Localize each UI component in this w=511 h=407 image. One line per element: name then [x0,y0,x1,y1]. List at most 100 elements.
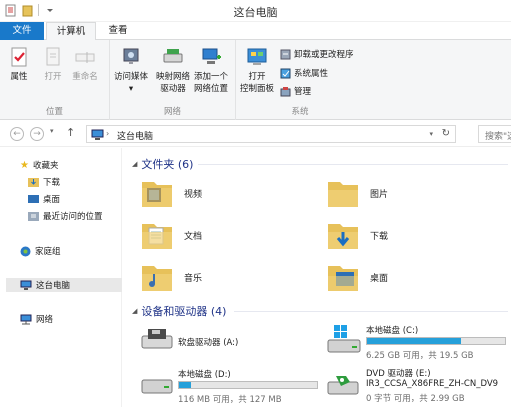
nav-item-this-pc[interactable]: 这台电脑 [6,278,122,292]
nav-label-this-pc: 这台电脑 [36,281,71,291]
nav-item-recent[interactable]: 最近访问的位置 [28,210,103,222]
refresh-icon[interactable]: ↻ [442,128,450,139]
folder-music[interactable]: 音乐 [140,260,202,294]
forward-button[interactable]: → [30,127,44,141]
group-label-location: 位置 [45,107,63,117]
back-button[interactable]: ← [10,127,24,141]
homegroup-icon [20,246,31,256]
drive-d-name: 本地磁盘 (D:) [178,370,231,380]
drive-d[interactable]: 本地磁盘 (D:) 116 MB 可用，共 127 MB [140,366,325,406]
add-location-label-1: 添加一个 [194,72,229,82]
folder-label-music: 音乐 [184,273,203,284]
computer-icon [91,129,104,140]
manage-icon [280,86,291,96]
tab-view[interactable]: 查看 [100,22,136,40]
add-network-location-button[interactable]: 添加一个 网络位置 [194,44,228,94]
uninstall-icon [280,49,291,59]
open-control-panel-button[interactable]: 打开 控制面板 [240,44,274,94]
add-location-label-2: 网络位置 [194,84,229,94]
section-divider [198,164,508,165]
address-field[interactable]: › 这台电脑 ▾ ↻ [86,125,456,143]
devices-section-header[interactable]: ◢ 设备和驱动器 (4) [132,303,226,319]
drive-e[interactable]: DVD 驱动器 (E:) IR3_CCSA_X86FRE_ZH-CN_DV9 0… [326,366,511,406]
address-bar-row: ← → ▾ ↑ › 这台电脑 ▾ ↻ 搜索"这 [0,121,511,147]
uninstall-program-button[interactable]: 卸载或更改程序 [280,48,354,60]
rename-button[interactable]: 重命名 [72,44,98,82]
recent-locations-dropdown-icon[interactable]: ▾ [50,127,54,135]
recent-places-icon [28,212,39,221]
drive-floppy[interactable]: 软盘驱动器 (A:) [140,324,310,354]
folder-label-videos: 视频 [184,189,203,200]
dvd-drive-icon [327,376,359,395]
drive-e-label: IR3_CCSA_X86FRE_ZH-CN_DV9 [366,379,499,389]
search-placeholder: 搜索"这 [485,132,511,142]
videos-folder-icon [142,182,172,207]
drive-d-size: 116 MB 可用，共 127 MB [178,395,282,405]
title-bar: 这台电脑 [0,0,511,22]
folders-section-title: 文件夹 (6) [141,158,194,171]
folder-desktop[interactable]: 桌面 [326,260,388,294]
drive-e-size: 0 字节 可用，共 2.99 GB [366,394,465,404]
system-properties-button[interactable]: 系统属性 [280,67,328,79]
collapse-caret-icon: ◢ [132,307,138,315]
ribbon: 属性 打开 重命名 位置 访问媒体 ▾ 映射网络 驱动器 添加一个 网络位置 网… [0,40,511,120]
properties-button[interactable]: 属性 [6,44,32,82]
collapse-caret-icon: ◢ [132,160,138,168]
windows-drive-icon [327,325,361,353]
address-dropdown-icon[interactable]: ▾ [429,130,433,138]
local-drive-icon [141,379,173,394]
group-label-system: 系统 [291,107,309,117]
manage-button[interactable]: 管理 [280,85,311,97]
devices-section-title: 设备和驱动器 (4) [141,305,227,318]
downloads-folder-icon [28,178,39,187]
forward-arrow-icon: → [33,129,41,139]
nav-item-homegroup[interactable]: 家庭组 [20,245,61,257]
folder-documents[interactable]: 文档 [140,218,202,252]
access-media-button[interactable]: 访问媒体 ▾ [114,44,148,94]
drive-c-usage-bar [366,337,506,345]
downloads-big-folder-icon [328,224,358,249]
ribbon-group-location: 属性 打开 重命名 位置 [0,40,110,120]
uninstall-label: 卸载或更改程序 [294,50,354,60]
folder-videos[interactable]: 视频 [140,176,202,210]
drive-c[interactable]: 本地磁盘 (C:) 6.25 GB 可用，共 19.5 GB [326,322,511,362]
ribbon-group-network: 访问媒体 ▾ 映射网络 驱动器 添加一个 网络位置 网络 [110,40,236,120]
navigation-pane: ★ 收藏夹 下载 桌面 最近访问的位置 家庭组 这台电脑 网络 [0,148,122,407]
folder-label-downloads: 下载 [370,231,389,242]
star-icon: ★ [20,159,29,171]
open-cp-label-1: 打开 [248,72,266,82]
ribbon-group-system: 打开 控制面板 卸载或更改程序 系统属性 管理 系统 [236,40,364,120]
nav-item-downloads[interactable]: 下载 [28,176,60,188]
media-icon [118,44,144,70]
folder-label-documents: 文档 [184,231,203,242]
music-folder-icon [142,266,172,291]
map-drive-icon [160,44,186,70]
tab-file[interactable]: 文件 [0,22,44,40]
map-drive-button[interactable]: 映射网络 驱动器 [156,44,190,94]
folder-label-desktop: 桌面 [370,273,389,284]
system-properties-label: 系统属性 [294,69,329,79]
search-box[interactable]: 搜索"这 [478,125,511,143]
address-path[interactable]: 这台电脑 [117,129,153,142]
folder-downloads[interactable]: 下载 [326,218,388,252]
this-pc-icon [20,280,32,290]
properties-check-icon [6,44,32,70]
desktop-folder-icon [328,266,358,291]
nav-item-network[interactable]: 网络 [20,313,53,325]
documents-folder-icon [142,224,172,249]
drive-floppy-name: 软盘驱动器 (A:) [178,338,239,348]
up-arrow-icon[interactable]: ↑ [66,126,75,139]
nav-item-desktop[interactable]: 桌面 [28,193,60,205]
open-icon [40,44,66,70]
folder-pictures[interactable]: 图片 [326,176,388,210]
drive-e-name: DVD 驱动器 (E:) [366,369,431,379]
nav-item-favorites[interactable]: ★ 收藏夹 [20,159,58,172]
nav-label-recent: 最近访问的位置 [43,212,103,222]
folders-section-header[interactable]: ◢ 文件夹 (6) [132,156,193,172]
tab-computer[interactable]: 计算机 [46,22,96,41]
nav-label-desktop: 桌面 [43,195,61,205]
drive-c-size: 6.25 GB 可用，共 19.5 GB [366,351,474,361]
drive-c-usage-fill [367,338,461,344]
properties-label: 属性 [10,72,28,82]
open-button[interactable]: 打开 [40,44,66,82]
